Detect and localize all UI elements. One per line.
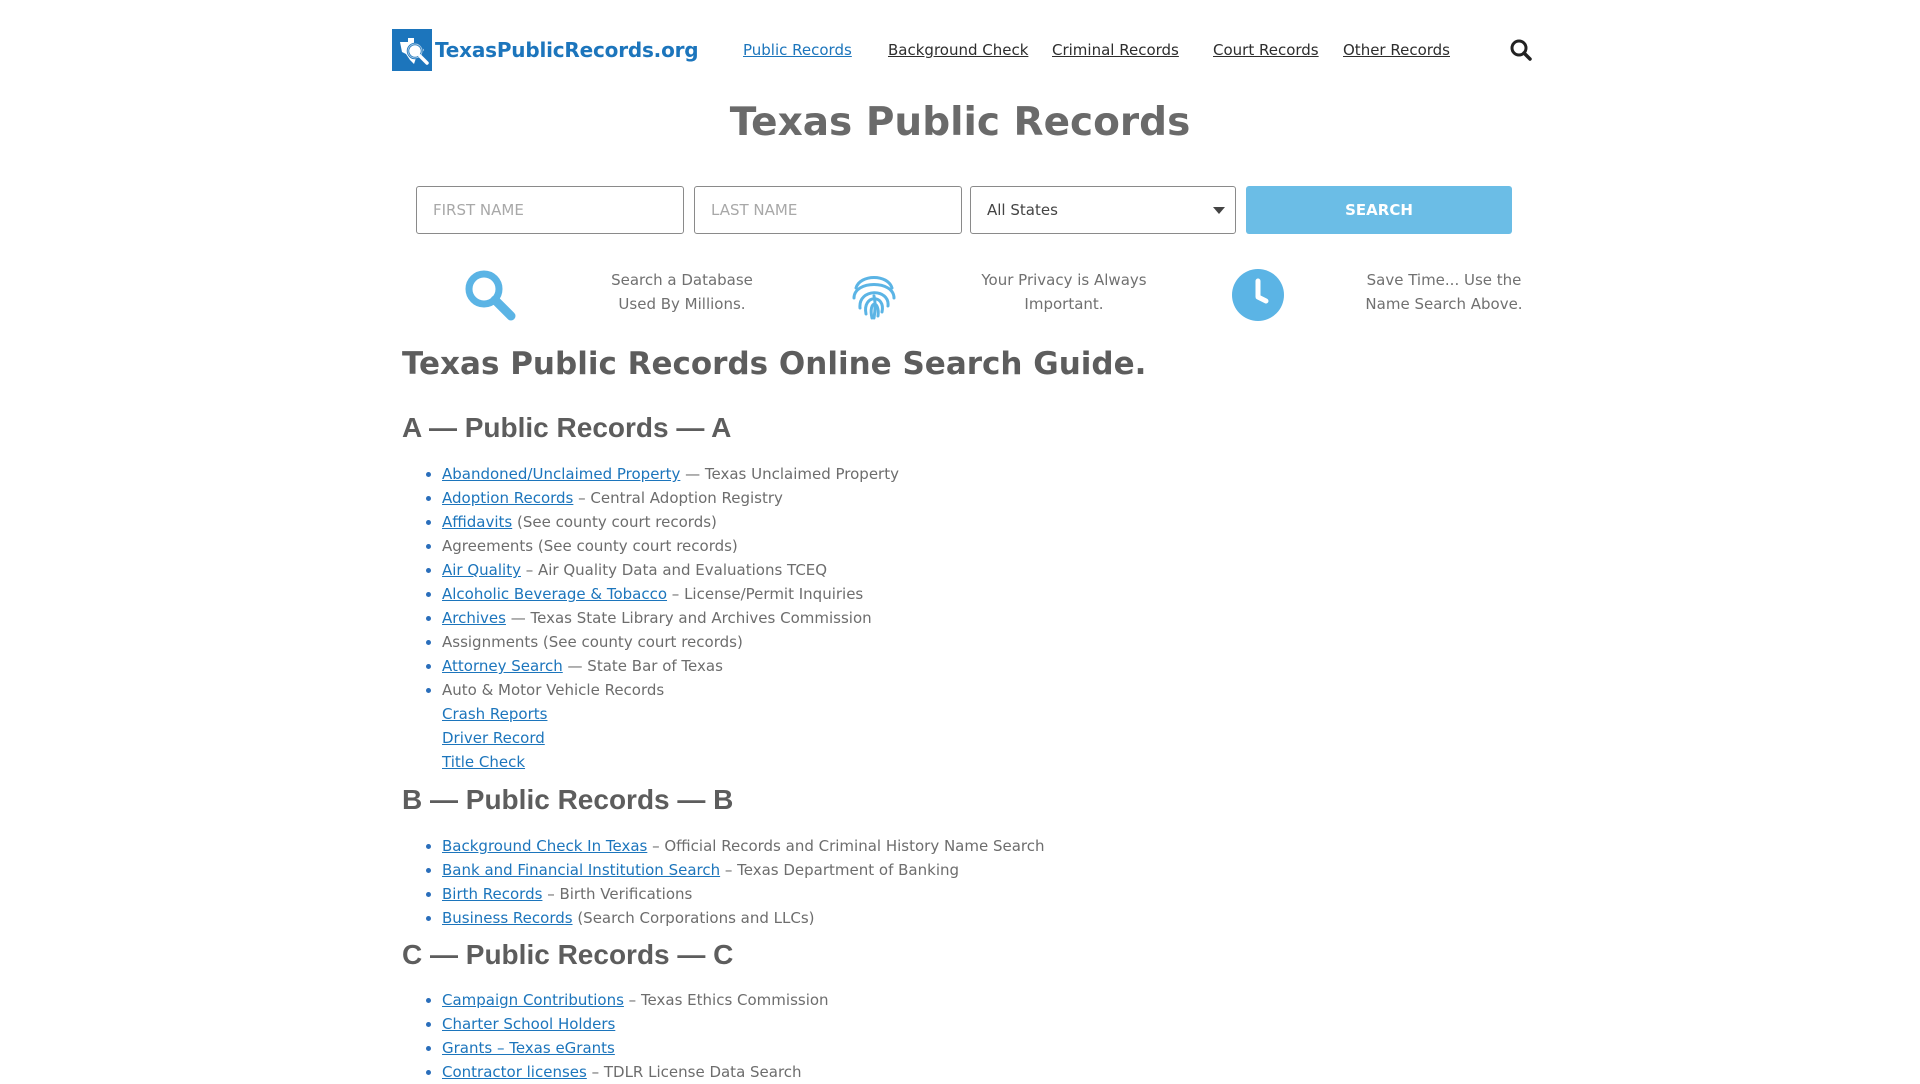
nav-criminal-records[interactable]: Criminal Records <box>1052 41 1179 59</box>
list-item: Grants – Texas eGrants <box>424 1036 1224 1060</box>
search-icon[interactable] <box>1509 38 1533 62</box>
list-item: Campaign Contributions – Texas Ethics Co… <box>424 988 1224 1012</box>
nav-court-records[interactable]: Court Records <box>1213 41 1319 59</box>
list-item: Background Check In Texas – Official Rec… <box>424 834 1224 858</box>
feature-line: Save Time... Use the <box>1366 271 1522 289</box>
state-select-value: All States <box>987 201 1058 219</box>
list-item: Birth Records – Birth Verifications <box>424 882 1224 906</box>
list-item: Attorney Search — State Bar of Texas <box>424 654 1224 678</box>
record-link[interactable]: Title Check <box>442 753 525 771</box>
list-item: Contractor licenses – TDLR License Data … <box>424 1060 1224 1084</box>
page-title: Texas Public Records <box>729 100 1191 145</box>
record-description: – Texas Department of Banking <box>720 861 960 879</box>
records-list-c: Campaign Contributions – Texas Ethics Co… <box>424 988 1224 1084</box>
chevron-down-icon <box>1213 207 1225 214</box>
list-item: Assignments (See county court records) <box>424 630 1224 654</box>
records-list-b: Background Check In Texas – Official Rec… <box>424 834 1224 930</box>
record-link[interactable]: Business Records <box>442 909 573 927</box>
record-description: — State Bar of Texas <box>562 657 723 675</box>
record-link[interactable]: Charter School Holders <box>442 1015 615 1033</box>
list-item: Driver Record <box>424 726 1224 750</box>
record-link[interactable]: Crash Reports <box>442 705 547 723</box>
record-link[interactable]: Bank and Financial Institution Search <box>442 861 720 879</box>
record-link[interactable]: Background Check In Texas <box>442 837 647 855</box>
record-link[interactable]: Attorney Search <box>442 657 563 675</box>
feature-line: Name Search Above. <box>1365 295 1523 313</box>
feature-text-privacy: Your Privacy is Always Important. <box>979 268 1149 316</box>
site-header: TexasPublicRecords.org Public Records Ba… <box>392 29 1532 71</box>
record-description: — Texas Unclaimed Property <box>680 465 899 483</box>
record-link[interactable]: Grants – Texas eGrants <box>442 1039 615 1057</box>
record-link[interactable]: Contractor licenses <box>442 1063 587 1081</box>
record-description: – Central Adoption Registry <box>573 489 783 507</box>
search-button[interactable]: SEARCH <box>1246 186 1512 234</box>
record-description: (Search Corporations and LLCs) <box>572 909 815 927</box>
record-description: – Birth Verifications <box>542 885 693 903</box>
feature-line: Your Privacy is Always <box>981 271 1147 289</box>
list-item: Business Records (Search Corporations an… <box>424 906 1224 930</box>
record-link[interactable]: Archives <box>442 609 506 627</box>
record-link[interactable]: Abandoned/Unclaimed Property <box>442 465 680 483</box>
list-item: Bank and Financial Institution Search – … <box>424 858 1224 882</box>
section-heading-b: B — Public Records — B <box>402 784 734 815</box>
record-description: — Texas State Library and Archives Commi… <box>505 609 872 627</box>
state-select[interactable]: All States <box>970 186 1236 234</box>
logo-text: TexasPublicRecords.org <box>435 38 699 62</box>
feature-line: Used By Millions. <box>618 295 746 313</box>
feature-line: Important. <box>1024 295 1104 313</box>
first-name-input[interactable] <box>416 186 684 234</box>
feature-line: Search a Database <box>611 271 753 289</box>
record-link[interactable]: Adoption Records <box>442 489 573 507</box>
site-logo[interactable]: TexasPublicRecords.org <box>392 29 699 71</box>
list-item: Crash Reports <box>424 702 1224 726</box>
clock-icon <box>1230 267 1286 323</box>
guide-title: Texas Public Records Online Search Guide… <box>402 346 1147 382</box>
record-link[interactable]: Air Quality <box>442 561 521 579</box>
magnifier-icon <box>462 267 518 323</box>
list-item: Charter School Holders <box>424 1012 1224 1036</box>
list-item: Title Check <box>424 750 1224 774</box>
record-link[interactable]: Driver Record <box>442 729 545 747</box>
record-description: Agreements (See county court records) <box>442 537 738 555</box>
list-item: Abandoned/Unclaimed Property — Texas Unc… <box>424 462 1224 486</box>
record-link[interactable]: Alcoholic Beverage & Tobacco <box>442 585 667 603</box>
record-description: – Air Quality Data and Evaluations TCEQ <box>520 561 828 579</box>
feature-text-database: Search a Database Used By Millions. <box>597 268 767 316</box>
record-description: – Official Records and Criminal History … <box>647 837 1045 855</box>
feature-text-save-time: Save Time... Use the Name Search Above. <box>1359 268 1529 316</box>
list-item: Affidavits (See county court records) <box>424 510 1224 534</box>
nav-public-records[interactable]: Public Records <box>743 41 852 59</box>
section-heading-c: C — Public Records — C <box>402 939 734 970</box>
nav-background-check[interactable]: Background Check <box>888 41 1028 59</box>
record-description: Assignments (See county court records) <box>442 633 743 651</box>
page: TexasPublicRecords.org Public Records Ba… <box>0 0 1920 1081</box>
name-search-form: All States SEARCH <box>416 186 1512 234</box>
record-link[interactable]: Affidavits <box>442 513 512 531</box>
list-item: Adoption Records – Central Adoption Regi… <box>424 486 1224 510</box>
record-description: – TDLR License Data Search <box>586 1063 802 1081</box>
records-list-a: Abandoned/Unclaimed Property — Texas Unc… <box>424 462 1224 774</box>
list-item: Air Quality – Air Quality Data and Evalu… <box>424 558 1224 582</box>
record-link[interactable]: Birth Records <box>442 885 542 903</box>
list-item: Alcoholic Beverage & Tobacco – License/P… <box>424 582 1224 606</box>
logo-map-icon <box>392 29 432 71</box>
fingerprint-icon <box>846 266 902 322</box>
record-description: (See county court records) <box>512 513 717 531</box>
list-item: Agreements (See county court records) <box>424 534 1224 558</box>
record-description: – Texas Ethics Commission <box>623 991 829 1009</box>
list-item: Auto & Motor Vehicle Records <box>424 678 1224 702</box>
last-name-input[interactable] <box>694 186 962 234</box>
record-description: – License/Permit Inquiries <box>667 585 864 603</box>
record-description: Auto & Motor Vehicle Records <box>442 681 665 699</box>
nav-other-records[interactable]: Other Records <box>1343 41 1450 59</box>
section-heading-a: A — Public Records — A <box>402 412 732 443</box>
list-item: Archives — Texas State Library and Archi… <box>424 606 1224 630</box>
record-link[interactable]: Campaign Contributions <box>442 991 624 1009</box>
